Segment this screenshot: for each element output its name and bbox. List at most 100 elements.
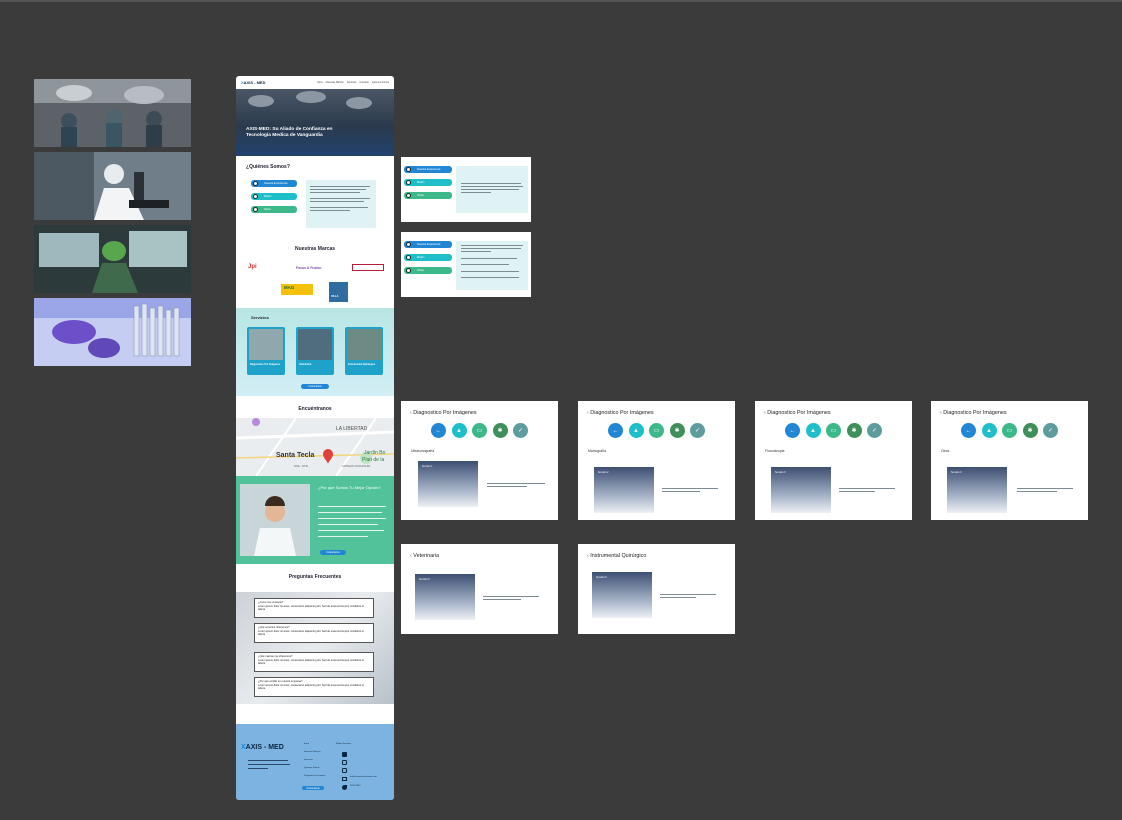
faq-item[interactable]: ¿Qué marcas me ofrecemos? Lorem ipsum dol…	[254, 652, 374, 672]
monitor-icon[interactable]: ▭	[649, 423, 664, 438]
warning-triangle-icon[interactable]: ▲	[805, 423, 821, 438]
text-line	[461, 277, 519, 279]
service-card[interactable]: Servicio 1	[418, 461, 478, 507]
footer-link[interactable]: Inicio	[304, 740, 326, 748]
nav-logo[interactable]: XAXIS - MED	[241, 80, 265, 85]
frame-title[interactable]: ‹ Diagnostico Por Imágenes	[764, 410, 831, 416]
footer-logo[interactable]: XAXIS - MED	[241, 744, 284, 751]
pill-experiencia[interactable]: Nuestra Experiencia	[251, 180, 297, 187]
bug-icon[interactable]: ✱	[669, 423, 685, 438]
monitor-icon[interactable]: ▭	[826, 423, 841, 438]
phone-icon	[342, 785, 347, 790]
category-icons: ← ▲ ▭ ✱ ✓	[785, 423, 882, 438]
service-card[interactable]: Servicio 3	[771, 467, 831, 513]
pill-mision[interactable]: Misión	[404, 254, 452, 261]
instagram-icon[interactable]	[342, 760, 347, 765]
faq-item[interactable]: ¿Qué servicios ofrecemos? Lorem ipsum dol…	[254, 623, 374, 643]
text-line	[461, 248, 521, 250]
footer-link[interactable]: Nuestras Marcas	[304, 748, 326, 756]
footer-link[interactable]: Servicios	[304, 756, 326, 764]
brand-red-logo[interactable]	[352, 264, 384, 271]
brand-jpi-logo[interactable]: Jpi	[248, 264, 257, 270]
instrumental-detail-frame[interactable]: ‹ Instrumental Quirúrgico Servicio 6	[578, 544, 735, 634]
photo-operating-room[interactable]	[34, 79, 191, 147]
arrow-left-icon[interactable]: ←	[961, 423, 976, 438]
pill-mision[interactable]: Misión	[404, 179, 452, 186]
nav-link-quienes[interactable]: Quienes Somos	[372, 81, 389, 84]
quienes-text-box	[306, 180, 376, 228]
service-card[interactable]: Servicio 5	[415, 574, 475, 620]
frame-title[interactable]: ‹ Diagnostico Por Imágenes	[410, 410, 477, 416]
service-card[interactable]: Servicio 6	[592, 572, 652, 618]
pill-vision[interactable]: Visión	[251, 206, 297, 213]
nav-link-contacto[interactable]: Contacto	[359, 81, 369, 84]
veterinaria-detail-frame[interactable]: ‹ Veterinaria Servicio 5	[401, 544, 558, 634]
pill-experiencia[interactable]: Nuestra Experiencia	[404, 241, 452, 248]
warning-triangle-icon[interactable]: ▲	[451, 423, 467, 438]
instagram-icon[interactable]	[342, 768, 347, 773]
service-card-veterinaria[interactable]: Veterinaria	[296, 327, 334, 375]
service-card[interactable]: Servicio 2	[594, 467, 654, 513]
brand-focus-fusion-logo[interactable]: Focus & Fusion	[296, 266, 321, 270]
pill-mision[interactable]: Misión	[251, 193, 297, 200]
pill-experiencia[interactable]: Nuestra Experiencia	[404, 166, 452, 173]
check-icon[interactable]: ✓	[690, 423, 705, 438]
servicios-contact-button[interactable]: Contactanos	[301, 384, 329, 389]
warning-triangle-icon[interactable]: ▲	[628, 423, 644, 438]
service-card-instrumental[interactable]: Instrumental Quirúrgico	[345, 327, 383, 375]
faq-item[interactable]: ¿Como nos contacto? Lorem ipsum dolor sit…	[254, 598, 374, 618]
service-description	[662, 488, 722, 492]
mision-panel-frame[interactable]: Nuestra Experiencia Misión Visión	[401, 157, 531, 222]
photo-lab-screens[interactable]	[34, 225, 191, 293]
experiencia-panel-frame[interactable]: Nuestra Experiencia Misión Visión	[401, 232, 531, 297]
pill-vision[interactable]: Visión	[404, 267, 452, 274]
arrow-left-icon[interactable]: ←	[785, 423, 800, 438]
text-line	[461, 258, 517, 260]
nav-link-servicios[interactable]: Servicios	[347, 81, 357, 84]
footer-link[interactable]: Quienes Somos	[304, 764, 326, 772]
service-card[interactable]: Servicio 4	[947, 467, 1007, 513]
service-detail-frame[interactable]: ‹ Diagnostico Por Imágenes ← ▲ ▭ ✱ ✓ Flu…	[755, 401, 912, 520]
pill-label: Misión	[264, 195, 272, 198]
service-detail-frame[interactable]: ‹ Diagnostico Por Imágenes ← ▲ ▭ ✱ ✓ Otr…	[931, 401, 1088, 520]
brand-mag-logo[interactable]: MAG	[281, 284, 313, 295]
faq-item[interactable]: ¿Por qué confiar en nuestra empresa? Lore…	[254, 677, 374, 697]
check-icon[interactable]: ✓	[867, 423, 882, 438]
frame-title[interactable]: ‹ Instrumental Quirúrgico	[587, 553, 646, 559]
facebook-icon[interactable]	[342, 752, 347, 757]
bug-icon[interactable]: ✱	[846, 423, 862, 438]
service-detail-frame[interactable]: ‹ Diagnostico Por Imágenes ← ▲ ▭ ✱ ✓ Mam…	[578, 401, 735, 520]
footer-email[interactable]: info@axismedsalvador.com	[350, 776, 377, 778]
landing-page-frame[interactable]: XAXIS - MED Inicio Nuestras Marcas Servi…	[236, 76, 394, 800]
bug-icon[interactable]: ✱	[492, 423, 508, 438]
service-card-label: Servicio 4	[951, 471, 962, 474]
frame-title[interactable]: ‹ Diagnostico Por Imágenes	[940, 410, 1007, 416]
service-detail-frame[interactable]: ‹ Diagnostico Por Imágenes ← ▲ ▭ ✱ ✓ Ult…	[401, 401, 558, 520]
text-line	[660, 596, 696, 598]
service-image	[347, 329, 381, 360]
pill-vision[interactable]: Visión	[404, 192, 452, 199]
frame-title[interactable]: ‹ Veterinaria	[410, 553, 439, 559]
map-label: Jardín Bo	[364, 450, 386, 456]
service-card-imagenes[interactable]: Diagnostico Por Imágenes	[247, 327, 285, 375]
footer-contact-button[interactable]: Contactanos	[302, 786, 324, 790]
nav-link-inicio[interactable]: Inicio	[317, 81, 323, 84]
photo-test-tubes[interactable]	[34, 298, 191, 366]
frame-title[interactable]: ‹ Diagnostico Por Imágenes	[587, 410, 654, 416]
monitor-icon[interactable]: ▭	[472, 423, 487, 438]
photo-microscope[interactable]	[34, 152, 191, 220]
warning-triangle-icon[interactable]: ▲	[981, 423, 997, 438]
arrow-left-icon[interactable]: ←	[608, 423, 623, 438]
location-map[interactable]: LA LIBERTAD Santa Tecla Jardín Bo Plan d…	[236, 418, 394, 476]
footer-link[interactable]: Preguntas Frecuentes	[304, 772, 326, 780]
check-icon[interactable]: ✓	[1043, 423, 1058, 438]
porque-contact-button[interactable]: Contactanos	[320, 550, 346, 555]
nav-link-marcas[interactable]: Nuestras Marcas	[326, 81, 344, 84]
arrow-left-icon[interactable]: ←	[431, 423, 446, 438]
check-icon[interactable]: ✓	[513, 423, 528, 438]
brand-villa-logo[interactable]: VILLA	[329, 282, 348, 302]
monitor-icon[interactable]: ▭	[1002, 423, 1017, 438]
footer-phone[interactable]: 2523-2800	[350, 785, 360, 787]
bug-icon[interactable]: ✱	[1022, 423, 1038, 438]
pill-label: Nuestra Experiencia	[417, 168, 441, 171]
